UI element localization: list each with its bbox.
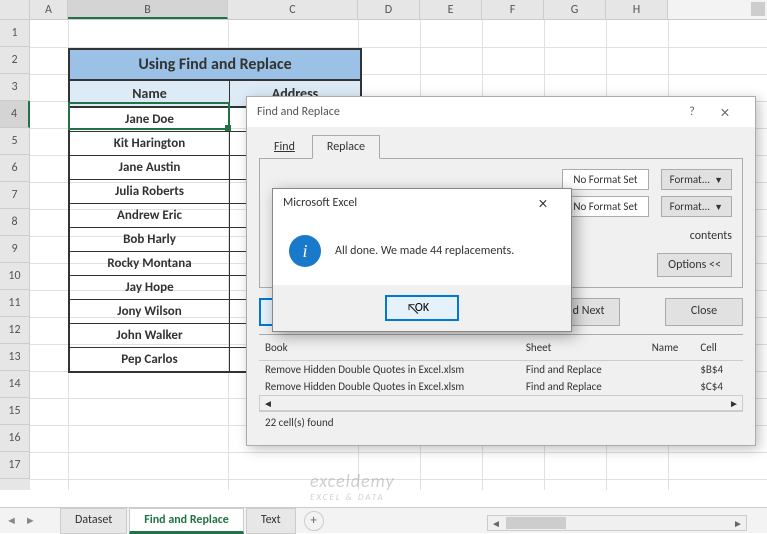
close-button[interactable]: Close [665, 298, 743, 326]
col-name-header: Name [70, 81, 230, 108]
scroll-right-icon[interactable]: ► [726, 397, 742, 410]
dialog-titlebar[interactable]: Find and Replace ? × [247, 97, 755, 127]
results-hscrollbar[interactable]: ◄ ► [259, 395, 743, 411]
row-head-10[interactable]: 10 [0, 263, 30, 290]
row-head-16[interactable]: 16 [0, 425, 30, 452]
row-head-5[interactable]: 5 [0, 128, 30, 155]
row-head-11[interactable]: 11 [0, 290, 30, 317]
row-head-1[interactable]: 1 [0, 20, 30, 47]
hscroll-thumb[interactable] [506, 517, 566, 529]
info-icon: i [289, 235, 321, 267]
row-head-14[interactable]: 14 [0, 371, 30, 398]
find-format-button[interactable]: Format...▼ [661, 169, 732, 190]
results-hdr-name[interactable]: Name [646, 339, 695, 356]
contents-label: contents [690, 229, 732, 243]
cell-name[interactable]: Rocky Montana [70, 252, 230, 276]
cell-name[interactable]: Jony Wilson [70, 300, 230, 324]
row-head-8[interactable]: 8 [0, 209, 30, 236]
ok-button[interactable]: OK [385, 295, 459, 321]
help-button[interactable]: ? [679, 105, 705, 119]
row-head-15[interactable]: 15 [0, 398, 30, 425]
results-hdr-book[interactable]: Book [259, 339, 520, 356]
vscroll-indicator[interactable] [751, 2, 765, 16]
results-status: 22 cell(s) found [259, 411, 743, 433]
col-head-A[interactable]: A [30, 0, 68, 19]
alert-title: Microsoft Excel [283, 196, 357, 210]
row-headers: 1234567891011121314151617 [0, 20, 30, 490]
table-title: Using Find and Replace [70, 50, 360, 81]
tab-find[interactable]: Find [259, 135, 310, 159]
row-head-17[interactable]: 17 [0, 452, 30, 479]
result-row[interactable]: Remove Hidden Double Quotes in Excel.xls… [259, 378, 743, 395]
row-head-9[interactable]: 9 [0, 236, 30, 263]
tab-replace[interactable]: Replace [312, 135, 380, 159]
row-head-6[interactable]: 6 [0, 155, 30, 182]
col-head-D[interactable]: D [358, 0, 420, 19]
alert-dialog: Microsoft Excel × i All done. We made 44… [272, 188, 572, 332]
find-format-preview: No Format Set [562, 169, 648, 190]
row-head-7[interactable]: 7 [0, 182, 30, 209]
results-list[interactable]: Book Sheet Name Cell Remove Hidden Doubl… [259, 334, 743, 411]
scroll-left-icon[interactable]: ◄ [260, 397, 276, 410]
alert-close-icon[interactable]: × [525, 193, 561, 214]
results-hdr-cell[interactable]: Cell [694, 339, 743, 356]
row-head-4[interactable]: 4 [0, 101, 30, 128]
close-icon[interactable]: × [705, 102, 745, 123]
column-headers: ABCDEFGH [0, 0, 767, 20]
col-head-F[interactable]: F [482, 0, 544, 19]
col-head-E[interactable]: E [420, 0, 482, 19]
cell-name[interactable]: John Walker [70, 324, 230, 348]
result-row[interactable]: Remove Hidden Double Quotes in Excel.xls… [259, 361, 743, 378]
row-head-2[interactable]: 2 [0, 47, 30, 74]
hscroll-left-icon[interactable]: ◄ [488, 517, 504, 530]
replace-format-button[interactable]: Format...▼ [661, 196, 732, 217]
options-button[interactable]: Options << [657, 253, 732, 277]
hscroll-right-icon[interactable]: ► [730, 517, 746, 530]
sheet-tab-text[interactable]: Text [246, 508, 296, 534]
horizontal-scrollbar[interactable]: ◄ ► [487, 515, 747, 531]
row-head-12[interactable]: 12 [0, 317, 30, 344]
cell-name[interactable]: Julia Roberts [70, 180, 230, 204]
add-sheet-button[interactable]: + [304, 511, 324, 531]
cell-name[interactable]: Jane Doe [70, 108, 230, 132]
dialog-title: Find and Replace [257, 105, 340, 119]
col-head-B[interactable]: B [68, 0, 228, 19]
col-head-H[interactable]: H [606, 0, 668, 19]
col-head-C[interactable]: C [228, 0, 358, 19]
row-head-3[interactable]: 3 [0, 74, 30, 101]
col-head-G[interactable]: G [544, 0, 606, 19]
alert-titlebar[interactable]: Microsoft Excel × [273, 189, 571, 217]
replace-format-preview: No Format Set [562, 196, 648, 217]
cell-name[interactable]: Kit Harington [70, 132, 230, 156]
alert-message: All done. We made 44 replacements. [335, 244, 514, 258]
cell-name[interactable]: Jay Hope [70, 276, 230, 300]
select-all-corner[interactable] [0, 0, 30, 19]
results-hdr-sheet[interactable]: Sheet [520, 339, 646, 356]
sheet-tab-find-and-replace[interactable]: Find and Replace [129, 508, 244, 534]
sheet-tab-bar: ◄► DatasetFind and ReplaceText + ◄ ► [0, 507, 767, 533]
row-head-13[interactable]: 13 [0, 344, 30, 371]
cell-name[interactable]: Jane Austin [70, 156, 230, 180]
cell-name[interactable]: Bob Harly [70, 228, 230, 252]
cell-name[interactable]: Pep Carlos [70, 348, 230, 371]
sheet-tab-dataset[interactable]: Dataset [60, 508, 127, 534]
sheet-nav-arrows[interactable]: ◄► [6, 514, 36, 527]
cell-name[interactable]: Andrew Eric [70, 204, 230, 228]
